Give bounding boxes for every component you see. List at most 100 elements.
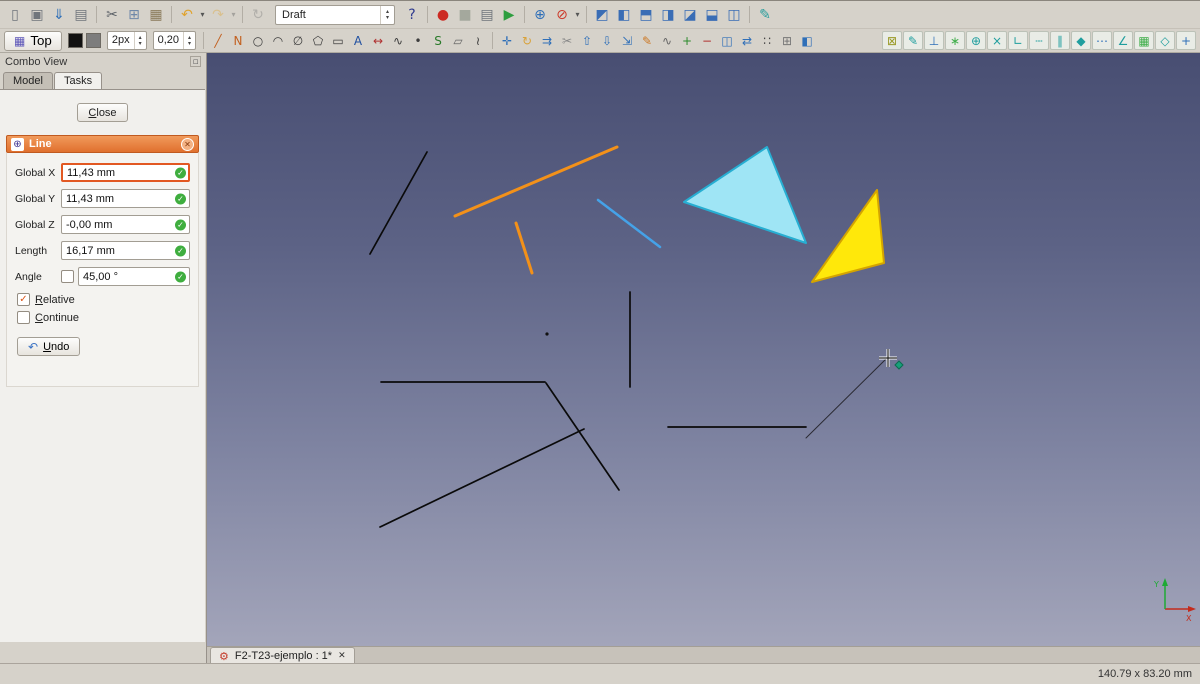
draft-facebinder-button[interactable]: ▱ [448, 31, 468, 50]
undo-button[interactable]: ↶ Undo [17, 337, 81, 356]
snap-extension-button[interactable]: ┄ [1029, 31, 1049, 50]
draft-trimex-button[interactable]: ✂ [557, 31, 577, 50]
draft-polygon-button[interactable]: ⬠ [308, 31, 328, 50]
draft-dimension-button[interactable]: ↔ [368, 31, 388, 50]
draft-upgrade-button[interactable]: ⇧ [577, 31, 597, 50]
view-bottom-button[interactable]: ⬓ [701, 4, 723, 25]
draft-array-button[interactable]: ∷ [757, 31, 777, 50]
close-task-button[interactable]: Close [77, 103, 128, 122]
document-tab-close-icon[interactable]: ✕ [338, 651, 346, 661]
float-panel-icon[interactable]: ▫ [190, 56, 201, 67]
snap-midpoint-button[interactable]: ⊥ [924, 31, 944, 50]
draft-scale-button[interactable]: ⇲ [617, 31, 637, 50]
viewport-canvas[interactable]: XY [207, 53, 1200, 646]
draft-line-button[interactable]: ╱ [208, 31, 228, 50]
zoom-fit-button[interactable]: ⊕ [529, 4, 551, 25]
global-y-input[interactable] [61, 189, 190, 208]
view-right-button[interactable]: ◨ [657, 4, 679, 25]
length-input[interactable] [61, 241, 190, 260]
spin-arrows-icon[interactable]: ▴ ▾ [133, 32, 146, 49]
draft-remove-point-button[interactable]: − [697, 31, 717, 50]
draft-rotate-button[interactable]: ↻ [517, 31, 537, 50]
face-color-swatch[interactable] [85, 33, 101, 48]
redo-dropdown[interactable]: ▾ [229, 4, 238, 25]
snap-ortho-button[interactable]: ∠ [1113, 31, 1133, 50]
draft-wire-button[interactable]: N [228, 31, 248, 50]
draft-shapestring-button[interactable]: S [428, 31, 448, 50]
macro-stop-button[interactable]: ■ [454, 4, 476, 25]
snap-parallel-button[interactable]: ∥ [1050, 31, 1070, 50]
macro-execute-button[interactable]: ▶ [498, 4, 520, 25]
print-button[interactable]: ▤ [70, 4, 92, 25]
view-isometric-button[interactable]: ◩ [591, 4, 613, 25]
snap-working-plane-button[interactable]: ◇ [1155, 31, 1175, 50]
combo-arrows-icon[interactable]: ▴ ▾ [380, 5, 394, 24]
new-document-button[interactable]: ▯ [4, 4, 26, 25]
draft-point-button[interactable]: • [408, 31, 428, 50]
snap-endpoint-button[interactable]: ✎ [903, 31, 923, 50]
undo-button[interactable]: ↶ [176, 4, 198, 25]
snap-dimensions-button[interactable]: + [1176, 31, 1196, 50]
save-button[interactable]: ⇓ [48, 4, 70, 25]
draft-clone-button[interactable]: ⊞ [777, 31, 797, 50]
document-tab[interactable]: ⚙ F2-T23-ejemplo : 1* ✕ [210, 647, 355, 664]
snap-intersection-button[interactable]: × [987, 31, 1007, 50]
view-left-button[interactable]: ◫ [723, 4, 745, 25]
draft-downgrade-button[interactable]: ⇩ [597, 31, 617, 50]
draft-offset-button[interactable]: ⇉ [537, 31, 557, 50]
snap-perpendicular-button[interactable]: ∟ [1008, 31, 1028, 50]
tab-model[interactable]: Model [3, 72, 53, 90]
snap-grid-button[interactable]: ▦ [1134, 31, 1154, 50]
snap-center-button[interactable]: ⊕ [966, 31, 986, 50]
scale-spinbox[interactable]: 0,20 ▴ ▾ [152, 31, 197, 50]
macro-record-button[interactable]: ● [432, 4, 454, 25]
draft-bspline-button[interactable]: ∿ [388, 31, 408, 50]
view-rear-button[interactable]: ◪ [679, 4, 701, 25]
draft-bezier-button[interactable]: ≀ [468, 31, 488, 50]
draft-shape2dview-button[interactable]: ◫ [717, 31, 737, 50]
continue-checkbox[interactable] [17, 311, 30, 324]
3d-viewport[interactable]: XY [207, 53, 1200, 646]
snap-lock-button[interactable]: ⊠ [882, 31, 902, 50]
draw-style-dropdown[interactable]: ▾ [573, 4, 582, 25]
snap-special-button[interactable]: ◆ [1071, 31, 1091, 50]
draft-edit-button[interactable]: ✎ [637, 31, 657, 50]
global-z-input[interactable] [61, 215, 190, 234]
measure-button[interactable]: ✎ [754, 4, 776, 25]
paste-button[interactable]: ▦ [145, 4, 167, 25]
draft-circle-button[interactable]: ○ [248, 31, 268, 50]
snap-angle-button[interactable]: ∗ [945, 31, 965, 50]
draft-arc-button[interactable]: ◠ [268, 31, 288, 50]
refresh-button[interactable]: ↻ [247, 4, 269, 25]
draft-wire-to-bspline-button[interactable]: ∿ [657, 31, 677, 50]
draft-to-sketch-button[interactable]: ⇄ [737, 31, 757, 50]
relative-checkbox[interactable]: ✓ [17, 293, 30, 306]
global-x-input[interactable] [61, 163, 190, 182]
draft-mirror-button[interactable]: ◧ [797, 31, 817, 50]
whats-this-button[interactable]: ? [401, 4, 423, 25]
tab-tasks[interactable]: Tasks [53, 72, 103, 90]
copy-button[interactable]: ⊞ [123, 4, 145, 25]
working-plane-button[interactable]: ▦ Top [4, 30, 62, 51]
angle-checkbox[interactable] [61, 270, 74, 283]
snap-near-button[interactable]: ⋯ [1092, 31, 1112, 50]
angle-input[interactable] [78, 267, 190, 286]
draw-style-button[interactable]: ⊘ [551, 4, 573, 25]
cut-button[interactable]: ✂ [101, 4, 123, 25]
draft-move-button[interactable]: ✛ [497, 31, 517, 50]
macro-edit-button[interactable]: ▤ [476, 4, 498, 25]
workbench-selector[interactable]: Draft ▴ ▾ [275, 4, 395, 25]
redo-button[interactable]: ↷ [207, 4, 229, 25]
open-document-button[interactable]: ▣ [26, 4, 48, 25]
line-color-swatch[interactable] [67, 33, 83, 48]
spin-arrows-icon[interactable]: ▴ ▾ [183, 32, 195, 49]
task-close-icon[interactable]: ✕ [181, 137, 194, 151]
draft-rectangle-button[interactable]: ▭ [328, 31, 348, 50]
view-front-button[interactable]: ◧ [613, 4, 635, 25]
view-top-button[interactable]: ⬒ [635, 4, 657, 25]
line-width-spinbox[interactable]: 2px ▴ ▾ [106, 31, 147, 50]
draft-ellipse-button[interactable]: ∅ [288, 31, 308, 50]
draft-add-point-button[interactable]: + [677, 31, 697, 50]
draft-text-button[interactable]: A [348, 31, 368, 50]
undo-dropdown[interactable]: ▾ [198, 4, 207, 25]
